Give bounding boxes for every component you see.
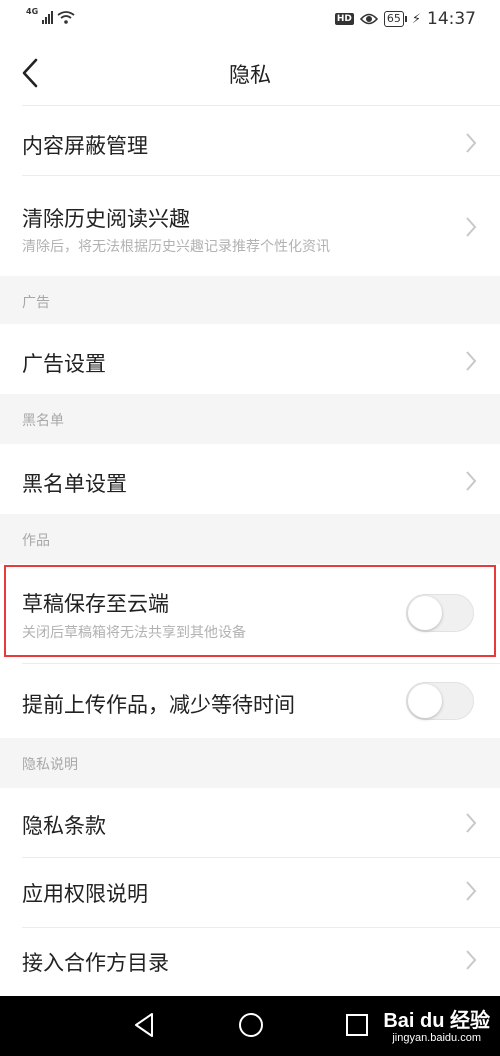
system-nav-bar: Bai du 经验 jingyan.baidu.com [0,996,500,1056]
battery-icon: 65 [383,11,407,27]
list-item-draft-cloud: 草稿保存至云端 关闭后草稿箱将无法共享到其他设备 [0,564,500,664]
list-item-label: 接入合作方目录 [22,951,169,975]
section-header-privacy-info: 隐私说明 [0,738,500,788]
section-header-works: 作品 [0,514,500,564]
chevron-right-icon [466,881,477,901]
list-item-subtitle: 清除后，将无法根据历史兴趣记录推荐个性化资讯 [22,239,330,255]
list-item-label: 清除历史阅读兴趣 [22,207,190,231]
nav-back-icon[interactable] [130,1010,158,1040]
nav-recents-icon[interactable] [344,1012,370,1038]
list-item-label: 内容屏蔽管理 [22,134,148,158]
chevron-right-icon [466,217,477,237]
pre-upload-toggle[interactable] [406,682,474,720]
hd-badge: HD [334,13,354,25]
list-item-subtitle: 关闭后草稿箱将无法共享到其他设备 [22,625,246,641]
chevron-right-icon [466,471,477,491]
baidu-jingyan-watermark: Bai du 经验 jingyan.baidu.com [383,1010,490,1044]
list-item-label: 草稿保存至云端 [22,592,169,616]
battery-level: 65 [386,12,401,25]
list-item-label: 应用权限说明 [22,882,148,906]
list-item-partners[interactable]: 接入合作方目录 [0,928,500,996]
chevron-right-icon [466,813,477,833]
chevron-right-icon [466,950,477,970]
nav-bar: 隐私 [0,42,500,104]
draft-cloud-toggle[interactable] [406,594,474,632]
watermark-main: Bai du 经验 [383,1010,490,1032]
page-title: 隐私 [229,63,271,87]
list-item-pre-upload: 提前上传作品，减少等待时间 [0,664,500,738]
network-type: 4G [26,7,39,16]
list-item-privacy-terms[interactable]: 隐私条款 [0,788,500,858]
list-item-content-block[interactable]: 内容屏蔽管理 [0,106,500,176]
eye-icon [359,13,378,25]
status-bar: 4G HD 65 ⚡ 14:37 [0,0,500,42]
list-item-app-permissions[interactable]: 应用权限说明 [0,858,500,928]
toggle-knob [408,596,442,630]
section-label: 黑名单 [22,413,64,429]
status-time: 14:37 [427,9,476,29]
list-item-blacklist-settings[interactable]: 黑名单设置 [0,444,500,514]
list-item-label: 黑名单设置 [22,472,127,496]
list-item-clear-history[interactable]: 清除历史阅读兴趣 清除后，将无法根据历史兴趣记录推荐个性化资讯 [0,176,500,276]
section-label: 广告 [22,295,50,311]
watermark-sub: jingyan.baidu.com [392,1032,481,1044]
signal-icon [42,10,54,24]
toggle-knob [408,684,442,718]
section-label: 作品 [22,533,50,549]
charging-icon: ⚡ [411,11,421,27]
nav-home-icon[interactable] [236,1010,266,1040]
section-label: 隐私说明 [22,757,78,773]
chevron-right-icon [466,133,477,153]
list-item-ad-settings[interactable]: 广告设置 [0,324,500,394]
wifi-icon [57,11,75,24]
section-header-ads: 广告 [0,276,500,324]
list-item-label: 广告设置 [22,352,106,376]
list-item-label: 提前上传作品，减少等待时间 [22,693,295,717]
status-left: 4G [26,7,75,24]
section-header-blacklist: 黑名单 [0,394,500,444]
chevron-right-icon [466,351,477,371]
list-item-label: 隐私条款 [22,814,106,838]
status-right: HD 65 ⚡ 14:37 [334,9,476,29]
